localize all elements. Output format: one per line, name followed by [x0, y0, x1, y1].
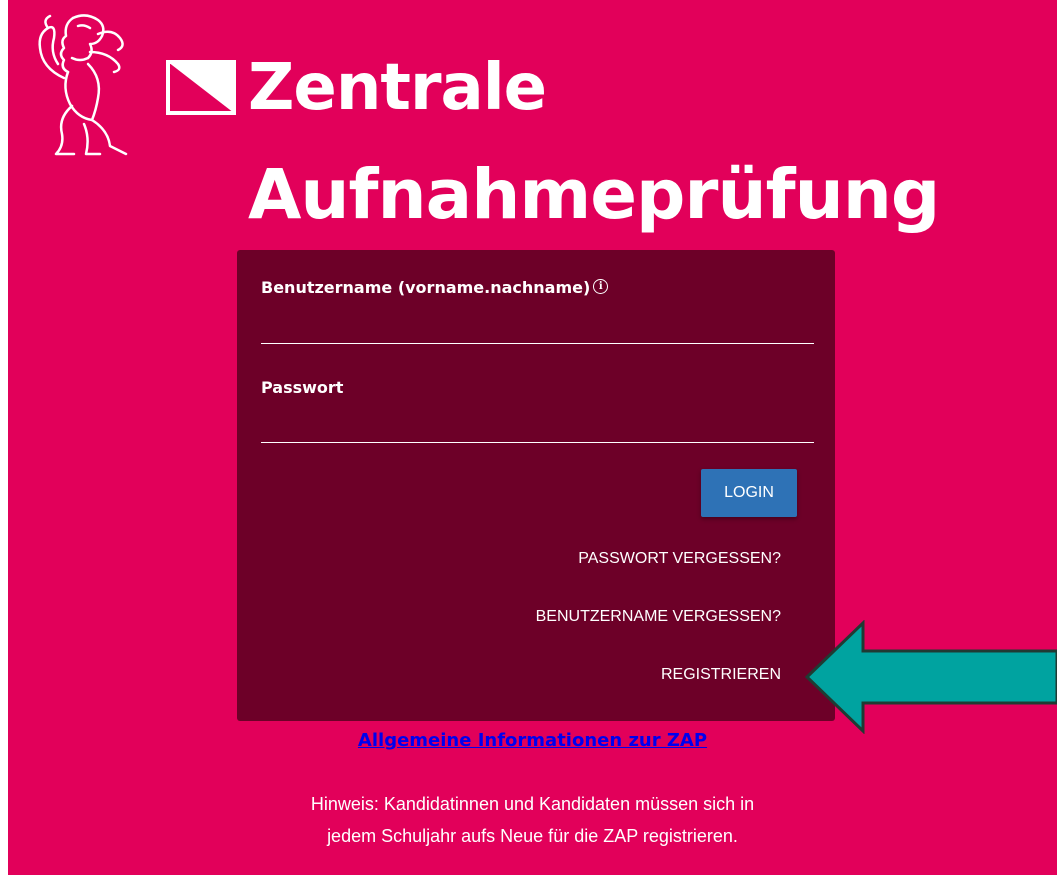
zurich-lion-icon — [38, 14, 128, 156]
info-icon[interactable]: i — [593, 279, 609, 294]
forgot-password-link[interactable]: PASSWORT VERGESSEN? — [578, 550, 781, 568]
register-link[interactable]: REGISTRIEREN — [661, 666, 781, 684]
annotation-arrow-icon — [804, 620, 1057, 734]
username-input[interactable] — [261, 315, 814, 344]
login-panel: Benutzername (vorname.nachname) i Passwor… — [237, 250, 835, 721]
password-label: Passwort — [261, 378, 344, 397]
hint-line-2: jedem Schuljahr aufs Neue für die ZAP re… — [327, 826, 738, 846]
page-title-line-1: Zentrale — [248, 51, 547, 125]
hint-line-1: Hinweis: Kandidatinnen und Kandidaten mü… — [310, 794, 755, 814]
zurich-flag-icon — [166, 60, 236, 115]
password-input[interactable] — [261, 414, 814, 443]
login-button[interactable]: LOGIN — [701, 469, 797, 517]
forgot-username-link[interactable]: BENUTZERNAME VERGESSEN? — [536, 608, 781, 626]
username-label: Benutzername (vorname.nachname) i — [261, 278, 609, 297]
page-background: Zentrale Aufnahmeprüfung Benutzername (v… — [8, 0, 1057, 875]
username-label-text: Benutzername (vorname.nachname) — [261, 278, 591, 297]
hint-text: Hinweis: Kandidatinnen und Kandidaten mü… — [8, 788, 1057, 852]
page-title-line-2: Aufnahmeprüfung — [248, 155, 940, 235]
